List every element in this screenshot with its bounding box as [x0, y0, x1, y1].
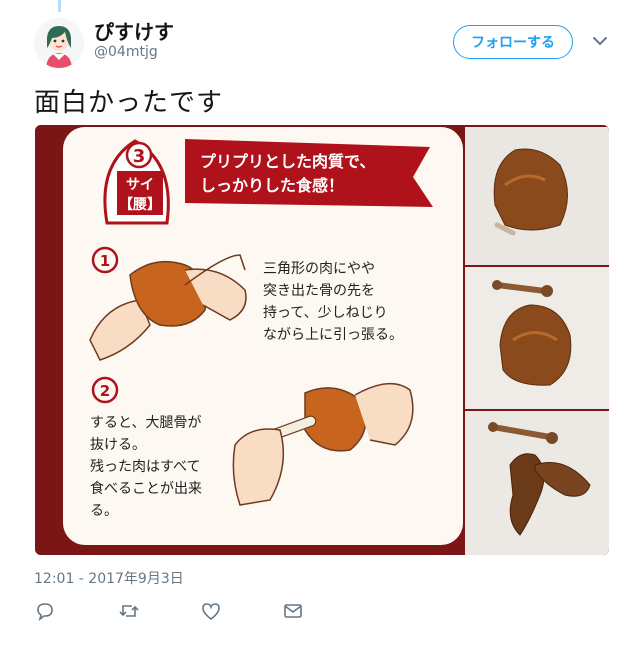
reply-icon[interactable] [34, 600, 56, 622]
photo-strip [465, 127, 609, 555]
step-2-line-2: 抜ける。 [90, 437, 146, 453]
display-name[interactable]: ぴすけす [94, 16, 174, 45]
tweet-timestamp[interactable]: 12:01 - 2017年9月3日 [34, 568, 184, 588]
tweet-text: 面白かったです [34, 88, 224, 118]
banner-line-2: しっかりした食感！ [200, 176, 344, 195]
chevron-down-icon[interactable] [589, 30, 611, 52]
red-banner [185, 139, 433, 207]
heart-icon[interactable] [200, 600, 222, 622]
step-2-line-5: る。 [90, 503, 118, 519]
step-2-line-3: 残った肉はすべて [90, 459, 200, 475]
follow-button[interactable]: フォローする [453, 25, 573, 59]
user-handle[interactable]: @04mtjg [94, 44, 158, 60]
step-1-line-2: 突き出た骨の先を [263, 283, 375, 299]
step-1-number: 1 [100, 252, 110, 270]
chicken-guide-photo: 3 サイ 【腰】 プリプリとした肉質で、 しっかりした食感！ 1 三角形の肉にや… [35, 125, 609, 555]
step-2-number: 2 [100, 382, 110, 400]
banner-line-1: プリプリとした肉質で、 [200, 152, 375, 171]
envelope-icon[interactable] [282, 600, 304, 622]
step-2-line-1: すると、大腿骨が [90, 415, 201, 431]
retweet-icon[interactable] [118, 600, 140, 622]
step-2-line-4: 食べることが出来 [90, 480, 202, 497]
step-number: 3 [133, 146, 146, 167]
girl-avatar-icon [34, 18, 84, 68]
tweet-media-image[interactable]: 3 サイ 【腰】 プリプリとした肉質で、 しっかりした食感！ 1 三角形の肉にや… [35, 125, 609, 555]
part-name: サイ [126, 177, 154, 193]
part-sub: 【腰】 [119, 197, 161, 213]
thread-connector-line [58, 0, 61, 12]
user-avatar[interactable] [34, 18, 84, 68]
step-1-line-4: ながら上に引っ張る。 [263, 327, 403, 343]
step-1-line-1: 三角形の肉にやや [263, 261, 375, 277]
step-1-line-3: 持って、少しねじり [263, 305, 388, 321]
